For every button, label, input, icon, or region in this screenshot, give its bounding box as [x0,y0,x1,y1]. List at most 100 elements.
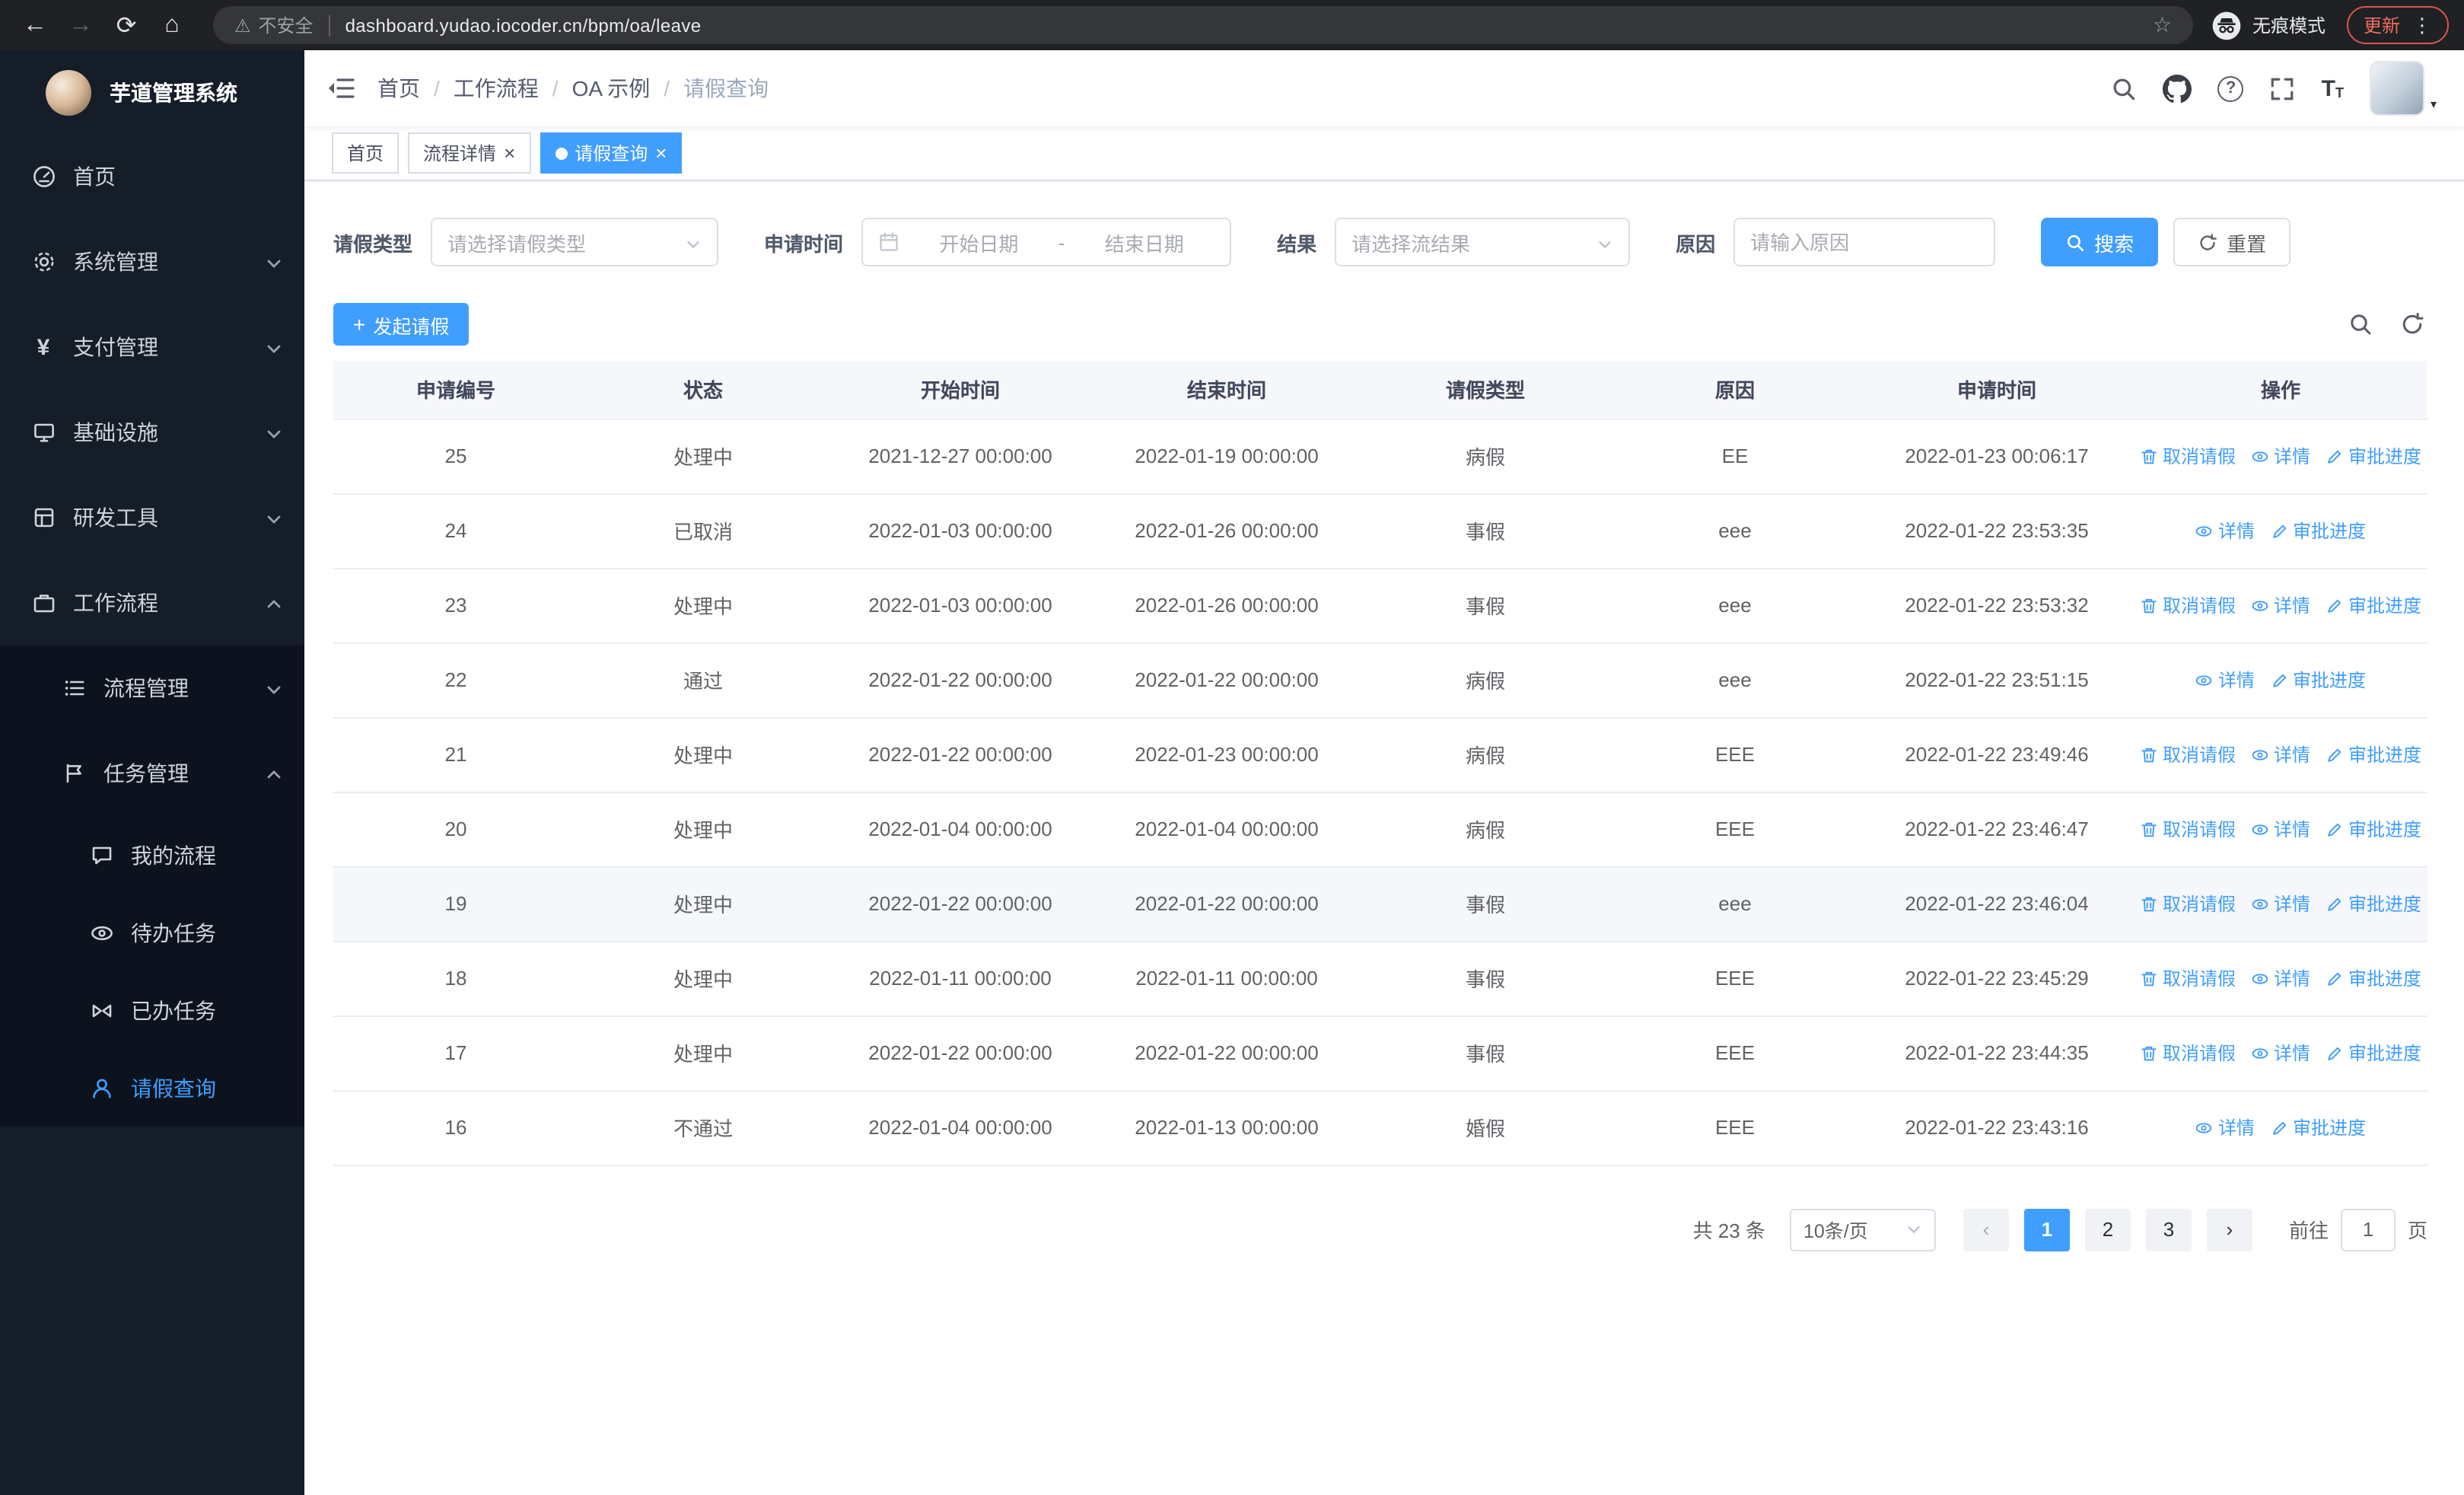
cell-end-time: 2022-01-26 00:00:00 [1093,493,1361,569]
breadcrumb-item-home[interactable]: 首页 [377,73,420,104]
end-date-input[interactable]: 结束日期 [1074,228,1214,257]
sidebar-item-leave-query[interactable]: 请假查询 [0,1049,304,1127]
user-avatar[interactable] [2369,61,2424,116]
detail-link[interactable]: 详情 [2251,891,2310,916]
app-logo[interactable]: 芋道管理系统 [0,50,304,134]
sidebar-item-process-mgmt[interactable]: 流程管理 [0,645,304,731]
detail-link[interactable]: 详情 [2251,1040,2310,1066]
sidebar-collapse-button[interactable] [326,73,356,104]
page-button[interactable]: 2 [2084,1208,2131,1251]
list-icon [61,675,87,701]
progress-link[interactable]: 审批进度 [2326,443,2421,469]
sidebar-item-home[interactable]: 首页 [0,134,304,219]
tab-close-icon[interactable]: × [655,143,667,163]
address-url[interactable]: dashboard.yudao.iocoder.cn/bpm/oa/leave [345,14,702,36]
tab-home[interactable]: 首页 [332,132,400,174]
reason-input[interactable] [1733,218,1996,266]
detail-link[interactable]: 详情 [2195,667,2255,693]
sidebar-item-task-mgmt[interactable]: 任务管理 [0,731,304,816]
help-icon[interactable]: ? [2217,75,2244,101]
reset-button[interactable]: 重置 [2173,218,2291,266]
start-date-input[interactable]: 开始日期 [909,228,1049,257]
progress-link[interactable]: 审批进度 [2326,816,2421,842]
detail-link[interactable]: 详情 [2251,816,2310,842]
cell-status: 处理中 [578,568,828,643]
refresh-table-icon[interactable] [2400,312,2424,336]
detail-link[interactable]: 详情 [2251,741,2310,767]
font-size-icon[interactable]: TT [2322,77,2344,100]
cancel-leave-link[interactable]: 取消请假 [2140,965,2236,991]
tab-process-detail[interactable]: 流程详情 × [408,132,531,174]
cancel-leave-link[interactable]: 取消请假 [2140,443,2236,469]
detail-link[interactable]: 详情 [2251,965,2310,991]
detail-link[interactable]: 详情 [2251,592,2310,618]
refresh-icon [2200,233,2217,250]
next-page-button[interactable]: › [2206,1208,2252,1251]
detail-link[interactable]: 详情 [2195,1114,2255,1140]
search-icon[interactable] [2112,75,2138,101]
goto-page-input[interactable] [2340,1208,2396,1251]
chevron-down-icon [1905,1221,1922,1238]
cancel-leave-link[interactable]: 取消请假 [2140,1040,2236,1066]
detail-link[interactable]: 详情 [2251,443,2310,469]
fullscreen-icon[interactable] [2270,75,2296,101]
cancel-leave-link[interactable]: 取消请假 [2140,816,2236,842]
sidebar-item-my-process[interactable]: 我的流程 [0,816,304,894]
cancel-leave-link[interactable]: 取消请假 [2140,592,2236,618]
progress-link[interactable]: 审批进度 [2326,965,2421,991]
page-size-select[interactable]: 10条/页 [1789,1208,1936,1251]
create-leave-button[interactable]: + 发起请假 [333,303,470,346]
leave-type-select[interactable]: 请选择请假类型 [431,218,719,266]
trash-icon [2141,747,2157,762]
sidebar-item-payment[interactable]: ¥ 支付管理 [0,304,304,390]
tab-leave-query[interactable]: 请假查询 × [540,132,683,174]
sidebar-item-done-tasks[interactable]: 已办任务 [0,971,304,1049]
progress-link[interactable]: 审批进度 [2326,741,2421,767]
progress-link[interactable]: 审批进度 [2326,1040,2421,1066]
bowtie-icon [88,997,114,1023]
toggle-search-icon[interactable] [2348,312,2373,336]
search-button[interactable]: 搜索 [2041,218,2159,266]
sidebar-item-workflow[interactable]: 工作流程 [0,560,304,645]
cancel-leave-link[interactable]: 取消请假 [2140,891,2236,916]
sidebar-item-system[interactable]: 系统管理 [0,219,304,304]
cell-status: 处理中 [578,419,828,494]
home-button[interactable]: ⌂ [152,5,192,45]
sidebar-item-devtools[interactable]: 研发工具 [0,475,304,560]
address-bar[interactable]: ⚠ 不安全 dashboard.yudao.iocoder.cn/bpm/oa/… [213,6,2193,44]
sidebar-item-label: 我的流程 [131,843,216,867]
bookmark-star-icon[interactable]: ☆ [2153,12,2172,38]
chevron-down-icon [265,338,283,356]
table-row: 21 处理中 2022-01-22 00:00:00 2022-01-23 00… [333,717,2427,792]
progress-link[interactable]: 审批进度 [2270,1114,2366,1140]
forward-button[interactable]: → [61,5,100,45]
cell-apply-time: 2022-01-22 23:43:16 [1860,1090,2134,1165]
sidebar-item-infra[interactable]: 基础设施 [0,390,304,475]
security-status[interactable]: ⚠ 不安全 [234,12,314,38]
update-button[interactable]: 更新 ⋮ [2346,6,2449,44]
table-tools [2348,312,2424,336]
progress-link[interactable]: 审批进度 [2326,592,2421,618]
table-row: 24 已取消 2022-01-03 00:00:00 2022-01-26 00… [333,493,2427,569]
progress-link[interactable]: 审批进度 [2270,667,2366,693]
prev-page-button[interactable]: ‹ [1963,1208,2009,1251]
eye-icon [2252,824,2268,834]
progress-link[interactable]: 审批进度 [2326,891,2421,916]
back-button[interactable]: ← [15,5,55,45]
page-button[interactable]: 1 [2023,1208,2070,1251]
cell-reason: eee [1610,493,1860,569]
browser-menu-icon[interactable]: ⋮ [2412,13,2432,37]
table-row: 16 不通过 2022-01-04 00:00:00 2022-01-13 00… [333,1090,2427,1165]
github-icon[interactable] [2163,74,2192,103]
cancel-leave-link[interactable]: 取消请假 [2140,741,2236,767]
progress-link[interactable]: 审批进度 [2270,518,2366,543]
sidebar-item-todo-tasks[interactable]: 待办任务 [0,894,304,971]
detail-link[interactable]: 详情 [2195,518,2255,543]
result-select[interactable]: 请选择流结果 [1335,218,1631,266]
tab-close-icon[interactable]: × [504,143,515,163]
reload-button[interactable]: ⟳ [107,5,146,45]
cell-operations: 取消请假 详情 审批进度 [2134,568,2427,643]
user-menu[interactable]: ▾ [2369,61,2437,116]
date-range-picker[interactable]: 开始日期 - 结束日期 [861,218,1232,266]
page-button[interactable]: 3 [2145,1208,2192,1251]
